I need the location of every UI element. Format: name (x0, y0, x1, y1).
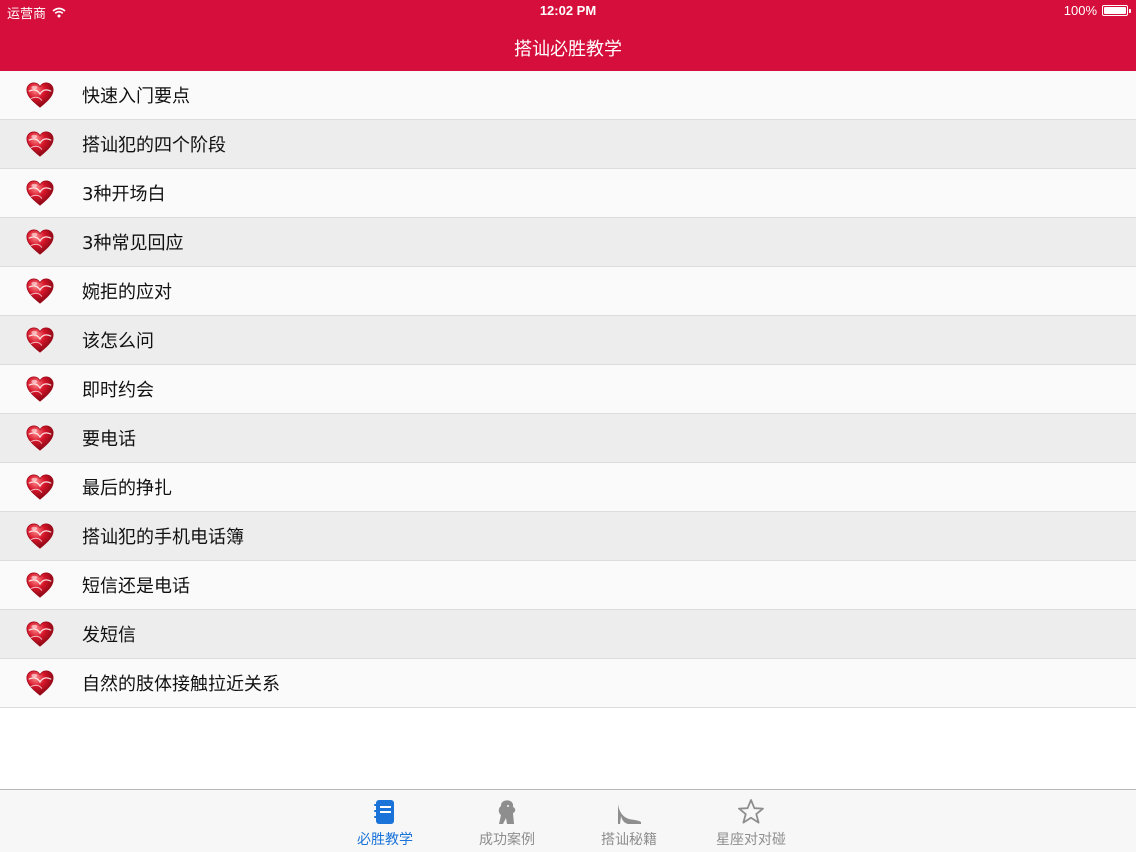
tab-label: 星座对对碰 (716, 832, 786, 848)
list-item[interactable]: 短信还是电话 (0, 561, 1136, 610)
heart-icon (26, 670, 54, 696)
heart-icon (26, 425, 54, 451)
list-item-label: 发短信 (82, 625, 136, 646)
list-item-label: 3种开场白 (82, 184, 166, 205)
tab-4[interactable]: 星座对对碰 (696, 798, 806, 850)
star-icon (738, 799, 764, 824)
list-item-label: 最后的挣扎 (82, 478, 172, 499)
list-item[interactable]: 婉拒的应对 (0, 267, 1136, 316)
heart-icon (26, 278, 54, 304)
battery-icon (1102, 5, 1131, 16)
list-item-label: 自然的肢体接触拉近关系 (82, 674, 280, 695)
list-item-label: 搭讪犯的手机电话簿 (82, 527, 244, 548)
list-item-label: 即时约会 (82, 380, 154, 401)
list-item-label: 短信还是电话 (82, 576, 190, 597)
heart-icon (26, 327, 54, 353)
tab-label: 必胜教学 (357, 832, 413, 848)
tab-bar: 必胜教学 成功案例 搭讪秘籍 星座对对碰 (0, 789, 1136, 852)
top-bar: 运营商 12:02 PM 100% 搭讪必胜教学 (0, 0, 1136, 71)
heart-icon (26, 180, 54, 206)
battery-fill (1104, 7, 1126, 14)
list-item-label: 婉拒的应对 (82, 282, 172, 303)
list-item[interactable]: 搭讪犯的四个阶段 (0, 120, 1136, 169)
tab-3[interactable]: 搭讪秘籍 (574, 798, 684, 850)
status-bar: 运营商 12:02 PM 100% (0, 0, 1136, 22)
page-title: 搭讪必胜教学 (514, 39, 622, 60)
tab-label: 成功案例 (479, 832, 535, 848)
list-item[interactable]: 最后的挣扎 (0, 463, 1136, 512)
heart-icon (26, 376, 54, 402)
battery-percent: 100% (1063, 3, 1097, 18)
list-item[interactable]: 要电话 (0, 414, 1136, 463)
high-heel-icon (618, 804, 641, 824)
heart-icon (26, 82, 54, 108)
list-item[interactable]: 即时约会 (0, 365, 1136, 414)
heart-icon (26, 474, 54, 500)
notebook-icon (374, 800, 394, 824)
heart-icon (26, 621, 54, 647)
list-item[interactable]: 3种常见回应 (0, 218, 1136, 267)
list-item-label: 该怎么问 (82, 331, 154, 352)
tab-2[interactable]: 成功案例 (452, 798, 562, 850)
list-item-label: 3种常见回应 (82, 233, 184, 254)
list-item[interactable]: 自然的肢体接触拉近关系 (0, 659, 1136, 708)
heart-icon (26, 523, 54, 549)
list-item[interactable]: 3种开场白 (0, 169, 1136, 218)
battery-info: 100% (1063, 3, 1131, 18)
list-item[interactable]: 搭讪犯的手机电话簿 (0, 512, 1136, 561)
list-item-label: 快速入门要点 (82, 86, 190, 107)
list-item[interactable]: 快速入门要点 (0, 71, 1136, 120)
tab-1[interactable]: 必胜教学 (330, 798, 440, 850)
tab-label: 搭讪秘籍 (601, 832, 657, 848)
list-item[interactable]: 发短信 (0, 610, 1136, 659)
status-time: 12:02 PM (539, 3, 597, 18)
heart-icon (26, 572, 54, 598)
list-item[interactable]: 该怎么问 (0, 316, 1136, 365)
topic-list: 快速入门要点搭讪犯的四个阶段 3种开场白 3种常见回应 婉拒的应对该怎么问即时约会要电… (0, 71, 1136, 708)
list-item-label: 搭讪犯的四个阶段 (82, 135, 226, 156)
list-item-label: 要电话 (82, 429, 136, 450)
lion-icon (498, 800, 516, 824)
heart-icon (26, 229, 54, 255)
heart-icon (26, 131, 54, 157)
